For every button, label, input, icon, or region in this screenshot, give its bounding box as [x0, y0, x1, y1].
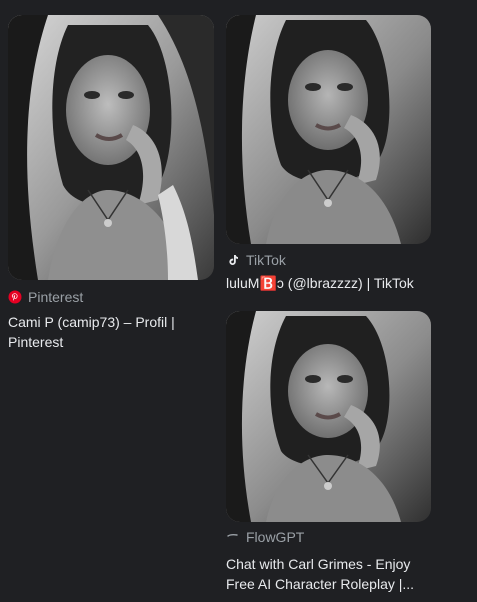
result-source[interactable]: FlowGPT: [226, 528, 431, 546]
result-title[interactable]: Cami P (camip73) – Profil | Pinterest: [8, 312, 208, 352]
image-result-card[interactable]: Pinterest Cami P (camip73) – Profil | Pi…: [8, 15, 214, 352]
portrait-image: [226, 311, 431, 522]
image-results-grid: Pinterest Cami P (camip73) – Profil | Pi…: [0, 0, 477, 602]
result-title[interactable]: luluM⁧🅱️⁩ɔ (@lbrazzzz) | TikTok: [226, 273, 431, 293]
portrait-image: [8, 15, 214, 280]
result-source[interactable]: Pinterest: [8, 288, 214, 306]
flowgpt-icon: [226, 530, 240, 544]
result-thumbnail[interactable]: [8, 15, 214, 280]
result-thumbnail[interactable]: [226, 311, 431, 522]
pinterest-icon: [8, 290, 22, 304]
image-result-card[interactable]: TikTok luluM⁧🅱️⁩ɔ (@lbrazzzz) | TikTok: [226, 15, 431, 293]
source-label: TikTok: [246, 252, 286, 268]
result-title[interactable]: Chat with Carl Grimes - Enjoy Free AI Ch…: [226, 554, 431, 594]
tiktok-icon: [226, 253, 240, 267]
source-label: FlowGPT: [246, 529, 305, 545]
portrait-image: [226, 15, 431, 244]
image-result-card[interactable]: FlowGPT Chat with Carl Grimes - Enjoy Fr…: [226, 311, 431, 594]
result-thumbnail[interactable]: [226, 15, 431, 244]
result-source[interactable]: TikTok: [226, 251, 431, 269]
source-label: Pinterest: [28, 289, 84, 305]
